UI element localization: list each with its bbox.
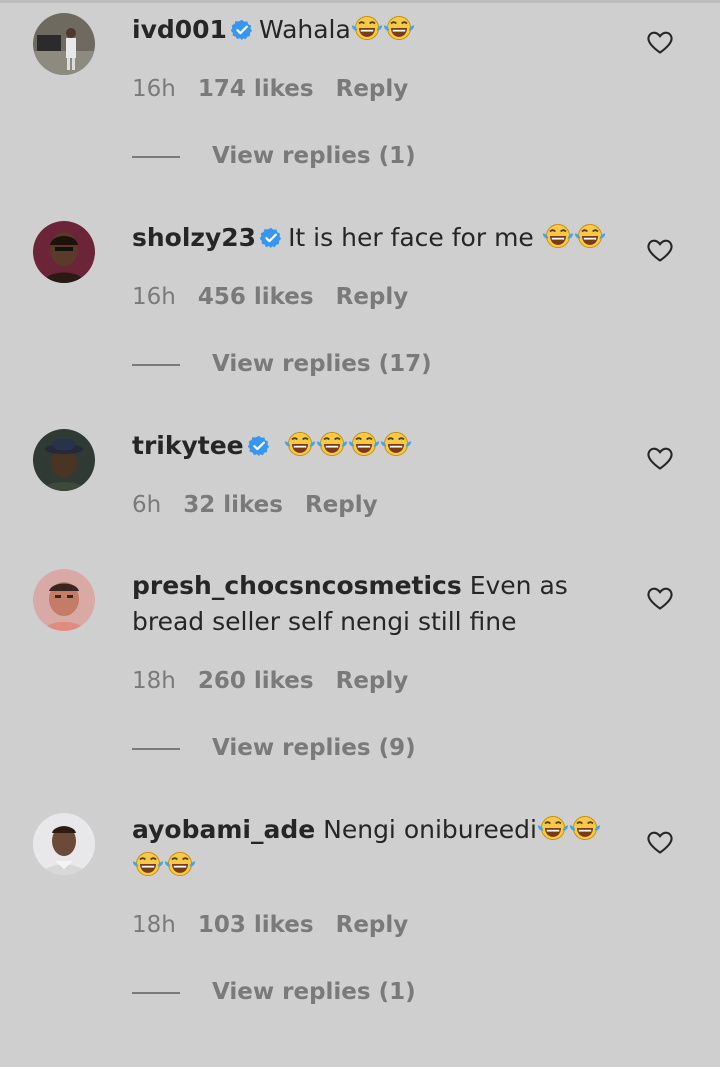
- comment-text: Nengi onibureedi: [323, 815, 537, 844]
- view-replies-label: View replies (17): [212, 351, 432, 377]
- replies-divider: [132, 363, 180, 366]
- likes-count[interactable]: 174 likes: [198, 76, 314, 102]
- view-replies-label: View replies (9): [212, 735, 416, 761]
- comment-username[interactable]: presh_chocsncosmetics: [132, 571, 462, 600]
- comment-time: 18h: [132, 668, 176, 694]
- top-divider: [0, 0, 720, 3]
- reply-button[interactable]: Reply: [305, 492, 378, 518]
- tears-of-joy-emoji: [383, 14, 415, 42]
- comment-time: 16h: [132, 76, 176, 102]
- comment-text: It is her face for me: [288, 223, 542, 252]
- like-heart-icon[interactable]: [646, 584, 674, 612]
- tears-of-joy-emoji: [164, 850, 196, 878]
- avatar[interactable]: [33, 813, 95, 875]
- verified-badge-icon: [260, 227, 282, 249]
- view-replies-button[interactable]: View replies (1): [132, 979, 416, 1005]
- tears-of-joy-emoji: [284, 430, 316, 458]
- verified-badge-icon: [230, 19, 253, 41]
- like-heart-icon[interactable]: [646, 444, 674, 472]
- likes-count[interactable]: 456 likes: [198, 284, 314, 310]
- replies-divider: [132, 155, 180, 158]
- avatar[interactable]: [33, 13, 95, 75]
- tears-of-joy-emoji: [537, 814, 569, 842]
- like-heart-icon[interactable]: [646, 236, 674, 264]
- likes-count[interactable]: 32 likes: [183, 492, 283, 518]
- tears-of-joy-emoji: [348, 430, 380, 458]
- likes-count[interactable]: 103 likes: [198, 912, 314, 938]
- tears-of-joy-emoji: [132, 850, 164, 878]
- comment-time: 16h: [132, 284, 176, 310]
- comment-username[interactable]: sholzy23: [132, 223, 256, 252]
- tears-of-joy-emoji: [380, 430, 412, 458]
- comment-time: 18h: [132, 912, 176, 938]
- reply-button[interactable]: Reply: [336, 284, 409, 310]
- comment-username[interactable]: ivd001: [132, 15, 227, 44]
- reply-button[interactable]: Reply: [336, 668, 409, 694]
- reply-button[interactable]: Reply: [336, 912, 409, 938]
- tears-of-joy-emoji: [542, 222, 574, 250]
- tears-of-joy-emoji: [351, 14, 383, 42]
- tears-of-joy-emoji: [316, 430, 348, 458]
- reply-button[interactable]: Reply: [336, 76, 409, 102]
- avatar[interactable]: [33, 221, 95, 283]
- comment-username[interactable]: ayobami_ade: [132, 815, 315, 844]
- view-replies-label: View replies (1): [212, 979, 416, 1005]
- view-replies-button[interactable]: View replies (17): [132, 351, 432, 377]
- comment-username[interactable]: trikytee: [132, 431, 244, 460]
- view-replies-button[interactable]: View replies (9): [132, 735, 416, 761]
- view-replies-button[interactable]: View replies (1): [132, 143, 416, 169]
- verified-badge-icon: [247, 435, 270, 457]
- like-heart-icon[interactable]: [646, 828, 674, 856]
- likes-count[interactable]: 260 likes: [198, 668, 314, 694]
- replies-divider: [132, 747, 180, 750]
- replies-divider: [132, 991, 180, 994]
- view-replies-label: View replies (1): [212, 143, 416, 169]
- like-heart-icon[interactable]: [646, 28, 674, 56]
- avatar[interactable]: [33, 569, 95, 631]
- tears-of-joy-emoji: [569, 814, 601, 842]
- comment-text: Wahala: [258, 15, 351, 44]
- tears-of-joy-emoji: [574, 222, 606, 250]
- avatar[interactable]: [33, 429, 95, 491]
- comment-time: 6h: [132, 492, 162, 518]
